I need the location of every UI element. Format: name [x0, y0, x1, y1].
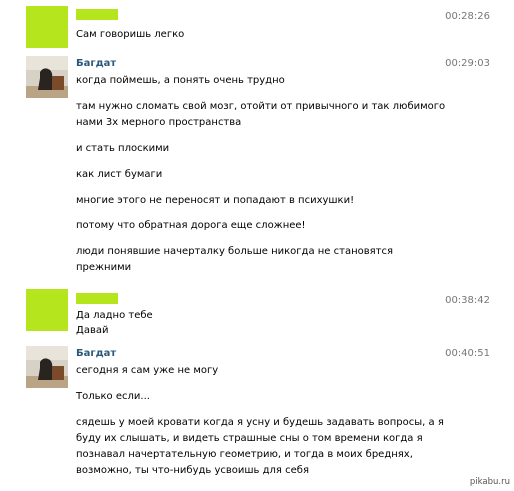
self-name-redacted[interactable]: [76, 293, 118, 304]
message-time: 00:29:03: [445, 58, 490, 69]
self-avatar[interactable]: [26, 6, 68, 48]
message-text: нами 3х мерного пространства: [76, 117, 242, 128]
message-time: 00:38:42: [445, 295, 490, 306]
message-text: Да ладно тебе: [76, 310, 153, 321]
message-text: сядешь у моей кровати когда я усну и буд…: [76, 417, 444, 428]
message-text: когда поймешь, а понять очень трудно: [76, 75, 285, 86]
contact-avatar[interactable]: [26, 346, 68, 388]
message-text: прежними: [76, 262, 132, 273]
message-time: 00:40:51: [445, 348, 490, 359]
self-avatar[interactable]: [26, 289, 68, 331]
message-text: и стать плоскими: [76, 143, 170, 154]
message-text: люди понявшие начерталку больше никогда …: [76, 246, 393, 257]
watermark: pikabu.ru: [469, 477, 510, 487]
message-text: возможно, ты что-нибудь усвоишь для себя: [76, 465, 309, 476]
contact-name[interactable]: Багдат: [76, 348, 116, 359]
message-text: там нужно сломать свой мозг, отойти от п…: [76, 101, 446, 112]
message-text: познавал начертательную геометрию, и тог…: [76, 449, 413, 460]
avatar-photo-image: [26, 56, 68, 98]
message-text: многие этого не переносят и попадают в п…: [76, 195, 355, 206]
message-text: Только если...: [76, 391, 150, 402]
self-name-redacted[interactable]: [76, 9, 118, 20]
message-text: потому что обратная дорога еще сложнее!: [76, 220, 306, 231]
contact-name[interactable]: Багдат: [76, 58, 116, 69]
message-text: Давай: [76, 325, 109, 336]
contact-avatar[interactable]: [26, 56, 68, 98]
avatar-photo-image: [26, 346, 68, 388]
message-time: 00:28:26: [445, 11, 490, 22]
message-text: Сам говоришь легко: [76, 29, 185, 40]
message-text: сегодня я сам уже не могу: [76, 365, 219, 376]
message-text: как лист бумаги: [76, 169, 163, 180]
message-text: буду их слышать, и видеть страшные сны о…: [76, 433, 423, 444]
